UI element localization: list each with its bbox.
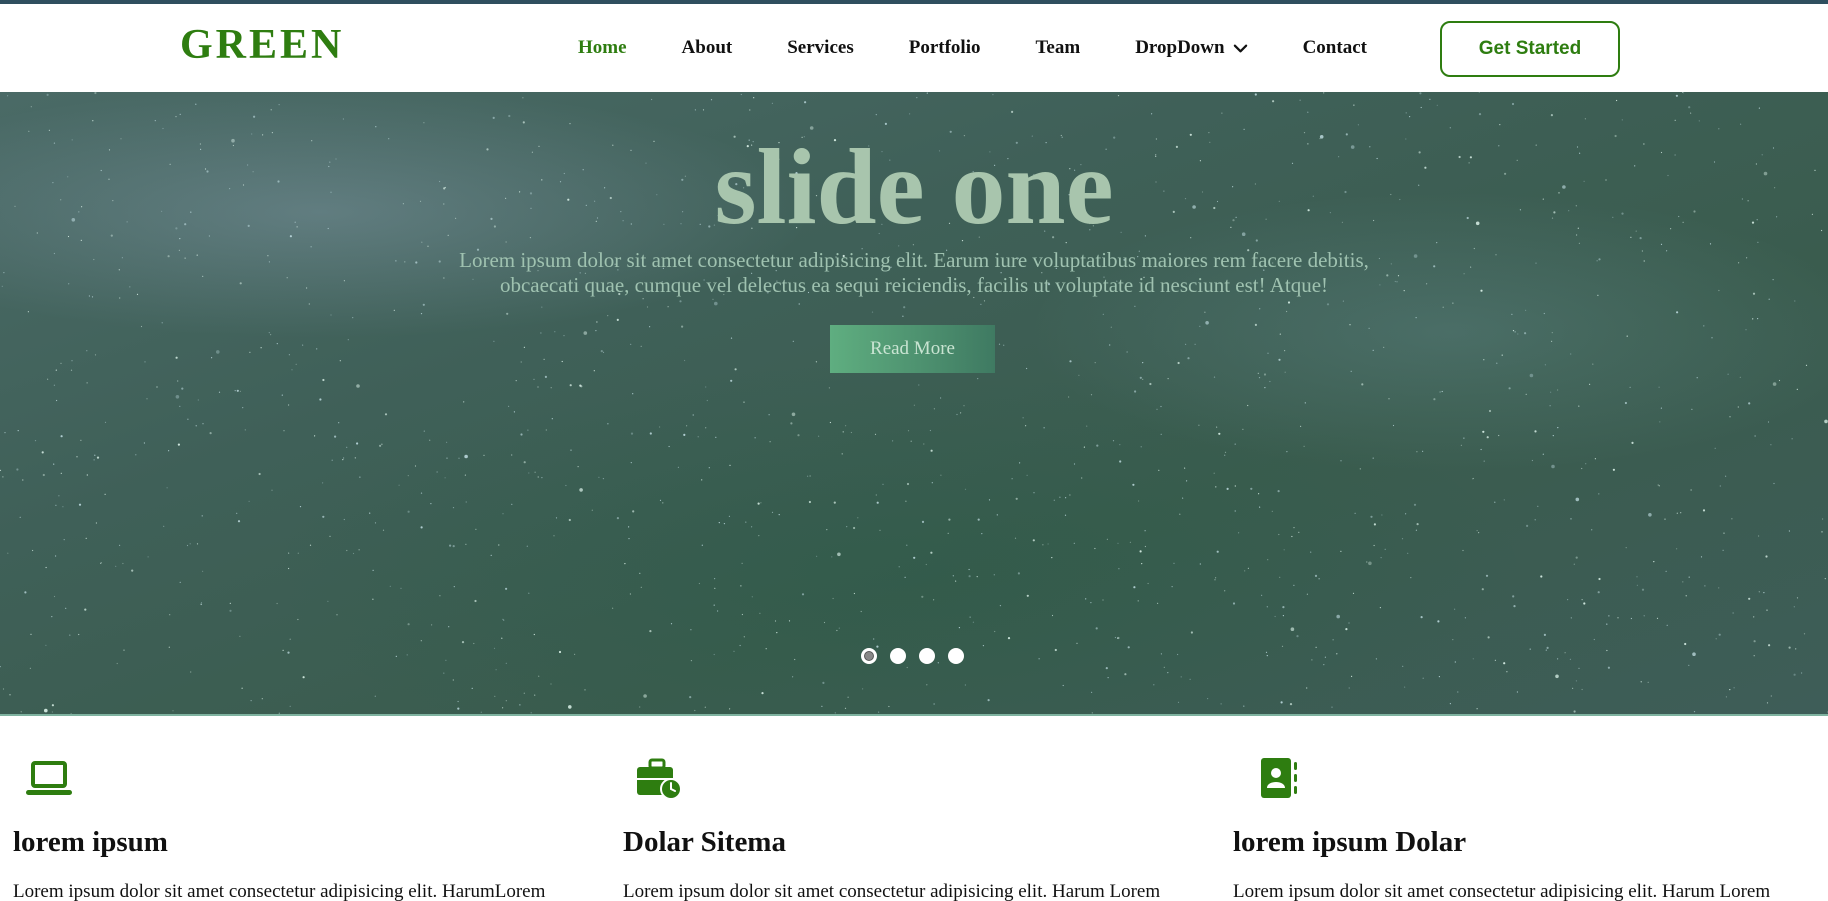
briefcase-clock-icon [637, 758, 682, 800]
feature-title: Dolar Sitema [623, 826, 786, 858]
slide-indicator-1[interactable] [861, 648, 877, 664]
nav-item-dropdown-label: DropDown [1135, 37, 1225, 58]
nav-item-portfolio[interactable]: Portfolio [909, 37, 981, 59]
get-started-button[interactable]: Get Started [1440, 21, 1620, 77]
hero-slider: slide one Lorem ipsum dolor sit amet con… [0, 92, 1828, 716]
feature-card: lorem ipsum Dolar Lorem ipsum dolor sit … [1220, 716, 1820, 901]
nav-item-dropdown[interactable]: DropDown [1135, 37, 1247, 59]
feature-card: lorem ipsum Lorem ipsum dolor sit amet c… [0, 716, 600, 901]
feature-text: Lorem ipsum dolor sit amet consectetur a… [13, 881, 546, 901]
site-header: GREEN Home About Services Portfolio Team… [0, 4, 1828, 92]
hero-description: Lorem ipsum dolor sit amet consectetur a… [414, 248, 1414, 298]
hero-description-line-1: Lorem ipsum dolor sit amet consectetur a… [459, 248, 1369, 272]
nav-item-services[interactable]: Services [787, 37, 853, 59]
nav-item-home[interactable]: Home [578, 37, 627, 59]
slide-indicator-2[interactable] [890, 648, 906, 664]
slide-indicator-3[interactable] [919, 648, 935, 664]
feature-title: lorem ipsum Dolar [1233, 826, 1467, 858]
slider-indicators [861, 648, 977, 664]
slide-indicator-4[interactable] [948, 648, 964, 664]
hero-description-line-2: obcaecati quae, cumque vel delectus ea s… [499, 273, 1329, 297]
features-section: lorem ipsum Lorem ipsum dolor sit amet c… [0, 716, 1828, 901]
chevron-down-icon [1233, 44, 1247, 52]
laptop-icon [26, 761, 72, 795]
contact-book-icon [1261, 758, 1297, 798]
read-more-button[interactable]: Read More [830, 325, 995, 373]
hero-title: slide one [714, 128, 1114, 247]
main-nav: Home About Services Portfolio Team DropD… [578, 4, 1367, 92]
feature-card: Dolar Sitema Lorem ipsum dolor sit amet … [610, 716, 1210, 901]
logo[interactable]: GREEN [180, 24, 344, 66]
nav-item-about[interactable]: About [682, 37, 733, 59]
nav-item-team[interactable]: Team [1035, 37, 1080, 59]
feature-text: Lorem ipsum dolor sit amet consectetur a… [1233, 881, 1771, 901]
nav-item-contact[interactable]: Contact [1303, 37, 1367, 59]
feature-text: Lorem ipsum dolor sit amet consectetur a… [623, 881, 1161, 901]
feature-title: lorem ipsum [13, 826, 168, 858]
